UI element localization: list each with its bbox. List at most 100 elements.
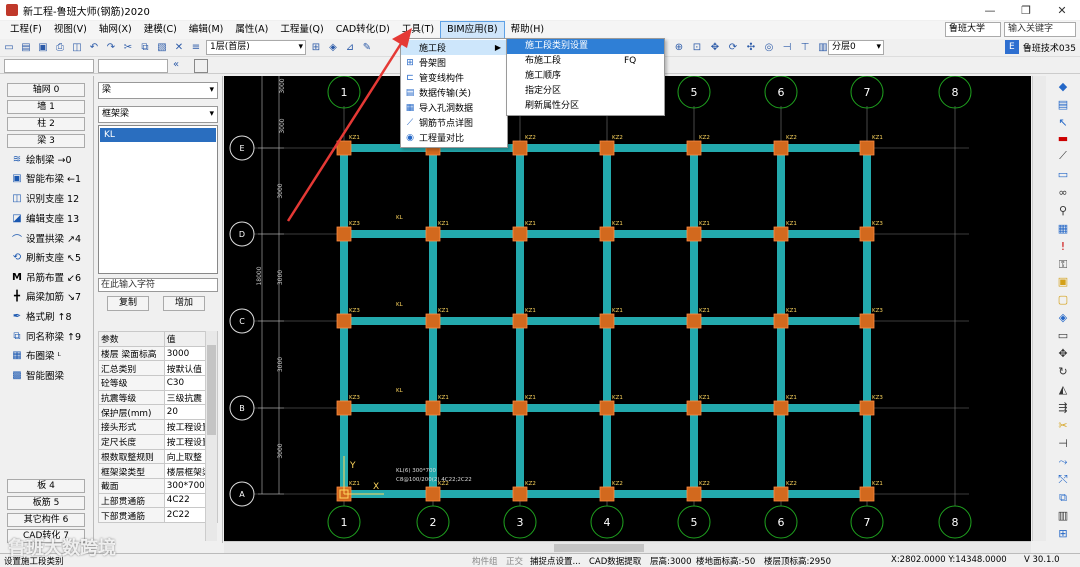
scroll-thumb[interactable] <box>207 345 216 435</box>
tool-hanger-rebar[interactable]: M 吊筋布置 ↙6 <box>10 268 81 286</box>
menu-model[interactable]: 建模(C) <box>138 21 183 39</box>
merge-icon[interactable]: ⤲ <box>1056 473 1070 487</box>
table-row[interactable]: 接头形式 按工程设置 <box>98 419 219 435</box>
link-icon[interactable]: ⚲ <box>1056 204 1070 218</box>
table-row[interactable]: 砼等级 C30 <box>98 375 219 391</box>
close-button[interactable]: ✕ <box>1044 0 1080 20</box>
orbit-icon[interactable]: ✣ <box>744 40 758 54</box>
table-row[interactable]: 楼层 梁面标高 3000 <box>98 345 219 362</box>
color-icon[interactable]: ▬ <box>1056 132 1070 146</box>
menu-bim[interactable]: BIM应用(B) <box>440 21 505 39</box>
support-label[interactable]: 鲁班技术035 <box>1023 41 1076 54</box>
monitor-icon[interactable]: ▭ <box>1056 168 1070 182</box>
copy-tool-icon[interactable]: ⧉ <box>1056 491 1070 505</box>
canvas-vertical-scrollbar[interactable] <box>1032 76 1046 541</box>
save-icon[interactable]: ▣ <box>36 41 50 55</box>
category-slab[interactable]: 板 4 <box>7 479 85 493</box>
table-row[interactable]: 截面 300*700 <box>98 477 219 494</box>
layer-select[interactable]: 分层0 <box>828 40 884 55</box>
copy-icon[interactable]: ⧉ <box>138 41 152 55</box>
property-scrollbar[interactable] <box>205 331 217 541</box>
offset-icon[interactable]: ⇶ <box>1056 401 1070 415</box>
submenu-refresh-zone[interactable]: 刷新属性分区 <box>507 99 664 114</box>
category-beam[interactable]: 梁 3 <box>7 134 85 148</box>
tag-icon[interactable]: ◈ <box>1056 311 1070 325</box>
canvas-horizontal-scrollbar[interactable] <box>224 541 1031 553</box>
tool-flat-beam-rebar[interactable]: ╋ 扁梁加筋 ↘7 <box>10 287 81 305</box>
category-slab-rebar[interactable]: 板筋 5 <box>7 496 85 510</box>
category-axis[interactable]: 轴网 0 <box>7 83 85 97</box>
trim-icon[interactable]: ✂ <box>1056 419 1070 433</box>
table-row[interactable]: 抗震等级 三级抗震 <box>98 389 219 406</box>
alert-icon[interactable]: ! <box>1056 240 1070 254</box>
filter-select-a[interactable] <box>4 59 94 73</box>
category-wall[interactable]: 墙 1 <box>7 100 85 114</box>
pointer-icon[interactable]: ↖ <box>1056 116 1070 130</box>
tool-smart-ring-beam[interactable]: ▩ 智能圈梁 <box>10 366 64 384</box>
tool-same-name-beam[interactable]: ⧉ 同名称梁 ↑9 <box>10 327 81 345</box>
tool-format-brush[interactable]: ✒ 格式刷 ↑8 <box>10 307 72 325</box>
hatch-icon[interactable]: ▥ <box>1056 509 1070 523</box>
copy-button[interactable]: 复制 <box>107 296 149 311</box>
menu-help[interactable]: 帮助(H) <box>505 21 551 39</box>
table-row[interactable]: 保护层(mm) 20 <box>98 404 219 421</box>
submenu-stage-category-settings[interactable]: 施工段类别设置 <box>507 39 664 54</box>
list-item[interactable]: KL <box>100 128 216 142</box>
submenu-assign-zone[interactable]: 指定分区 <box>507 84 664 99</box>
search-scope-select[interactable]: 鲁班大学 <box>945 22 1001 37</box>
measure-distance-icon[interactable]: ⊣ <box>780 40 794 54</box>
array-icon[interactable]: ⊞ <box>1056 527 1070 541</box>
delete-icon[interactable]: ✕ <box>172 41 186 55</box>
component-subtype-select[interactable]: 框架梁 <box>98 106 218 123</box>
menu-axis[interactable]: 轴网(X) <box>93 21 138 39</box>
tool-arch-beam[interactable]: ⌒ 设置拱梁 ↗4 <box>10 229 81 247</box>
mirror-icon[interactable]: ◭ <box>1056 383 1070 397</box>
menu-attribute[interactable]: 属性(A) <box>229 21 274 39</box>
status-snap-settings[interactable]: 捕捉点设置... <box>530 555 581 567</box>
minimize-button[interactable]: — <box>972 0 1008 20</box>
layer-icon[interactable]: ≡ <box>189 41 203 55</box>
tool-edit-support[interactable]: ◪ 编辑支座 13 <box>10 209 79 227</box>
submenu-construction-order[interactable]: 施工顺序 <box>507 69 664 84</box>
maximize-button[interactable]: ❐ <box>1008 0 1044 20</box>
table-row[interactable]: 汇总类别 按默认值 <box>98 360 219 377</box>
preview-icon[interactable]: ◫ <box>70 41 84 55</box>
filter-icon[interactable] <box>194 59 208 73</box>
move-icon[interactable]: ✥ <box>1056 347 1070 361</box>
menu-project[interactable]: 工程(F) <box>4 21 48 39</box>
extend-icon[interactable]: ⊣ <box>1056 437 1070 451</box>
rotate-icon[interactable]: ↻ <box>1056 365 1070 379</box>
table-row[interactable]: 下部贯通筋 2C22 <box>98 507 219 523</box>
table-row[interactable]: 定尺长度 按工程设置 <box>98 433 219 450</box>
key-icon[interactable]: ⚿ <box>1056 258 1070 272</box>
filter-select-b[interactable] <box>98 59 168 73</box>
tool-draw-beam[interactable]: ≋ 绘制梁 →0 <box>10 150 72 168</box>
print-icon[interactable]: ⎙ <box>53 41 67 55</box>
unlock-icon[interactable]: ▢ <box>1056 293 1070 307</box>
menu-edit[interactable]: 编辑(M) <box>183 21 230 39</box>
back-arrow-icon[interactable]: « <box>173 59 187 73</box>
undo-icon[interactable]: ↶ <box>87 41 101 55</box>
view-icon[interactable]: ◎ <box>762 40 776 54</box>
component-type-select[interactable]: 梁 <box>98 82 218 99</box>
category-other[interactable]: 其它构件 6 <box>7 513 85 527</box>
ruler-icon[interactable]: ▭ <box>1056 329 1070 343</box>
pan-icon[interactable]: ✥ <box>708 40 722 54</box>
lock-icon[interactable]: ▣ <box>1056 275 1070 289</box>
paste-icon[interactable]: ▧ <box>155 41 169 55</box>
zoom-window-icon[interactable]: ⊡ <box>690 40 704 54</box>
redo-icon[interactable]: ↷ <box>104 41 118 55</box>
list-icon[interactable]: ▤ <box>1056 98 1070 112</box>
table-row[interactable]: 框架梁类型 楼层框架梁 <box>98 463 219 479</box>
brush-icon[interactable]: ⟋ <box>1056 149 1070 163</box>
scroll-thumb[interactable] <box>554 544 644 552</box>
section-icon[interactable]: ⊤ <box>798 40 812 54</box>
tool-ring-beam[interactable]: ▦ 布圈梁 ᴸ <box>10 346 61 364</box>
tool-refresh-support[interactable]: ⟲ 刷新支座 ↖5 <box>10 248 81 266</box>
new-file-icon[interactable]: ▭ <box>2 41 16 55</box>
shield-icon[interactable]: ◆ <box>1056 80 1070 94</box>
zoom-icon[interactable]: ⊕ <box>672 40 686 54</box>
category-column[interactable]: 柱 2 <box>7 117 85 131</box>
table-icon[interactable]: ▦ <box>1056 222 1070 236</box>
tool-smart-beam[interactable]: ▣ 智能布梁 ←1 <box>10 169 81 187</box>
